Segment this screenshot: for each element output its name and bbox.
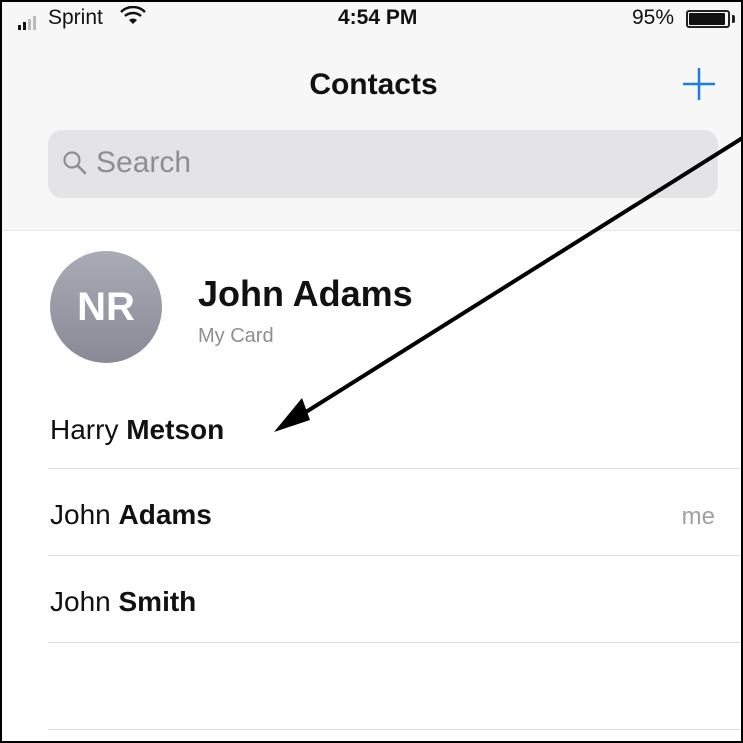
my-card-name: John Adams	[198, 273, 413, 314]
contact-first-name: Harry	[50, 414, 119, 445]
my-card-subtitle: My Card	[198, 325, 274, 347]
contact-name: John Smith	[50, 586, 196, 618]
my-card[interactable]: NR John Adams My Card	[2, 231, 741, 381]
row-divider	[48, 729, 741, 730]
contact-name: John Adams	[50, 499, 212, 531]
battery-tip	[732, 15, 735, 23]
contact-first-name: John	[50, 586, 111, 617]
status-bar: Sprint 4:54 PM 95%	[2, 2, 741, 44]
avatar: NR	[50, 251, 162, 363]
contact-name: Harry Metson	[50, 414, 224, 446]
contact-last-name: Adams	[118, 499, 212, 530]
search-input[interactable]: Search	[48, 130, 718, 198]
me-label: me	[681, 503, 715, 530]
signal-strength-icon	[18, 16, 36, 30]
battery-percent: 95%	[632, 6, 675, 29]
contact-row[interactable]: John Adams me	[2, 469, 741, 556]
avatar-initials: NR	[77, 284, 135, 329]
contact-last-name: Metson	[126, 414, 225, 445]
header-area: Sprint 4:54 PM 95% Contacts Search	[2, 2, 741, 231]
status-time: 4:54 PM	[338, 6, 418, 29]
row-divider	[48, 642, 741, 643]
battery-fill	[689, 13, 726, 25]
search-icon	[63, 151, 87, 175]
contact-first-name: John	[50, 499, 111, 530]
wifi-icon	[120, 6, 146, 24]
contact-last-name: Smith	[118, 586, 197, 617]
battery-icon	[686, 10, 730, 28]
search-placeholder: Search	[96, 146, 192, 179]
screenshot-frame: Sprint 4:54 PM 95% Contacts Search NR Jo…	[0, 0, 741, 743]
contact-row[interactable]: Harry Metson	[2, 382, 741, 469]
page-title: Contacts	[309, 68, 438, 101]
contact-row[interactable]: John Smith	[2, 556, 741, 643]
plus-icon[interactable]	[679, 64, 719, 104]
carrier-name: Sprint	[48, 6, 103, 29]
